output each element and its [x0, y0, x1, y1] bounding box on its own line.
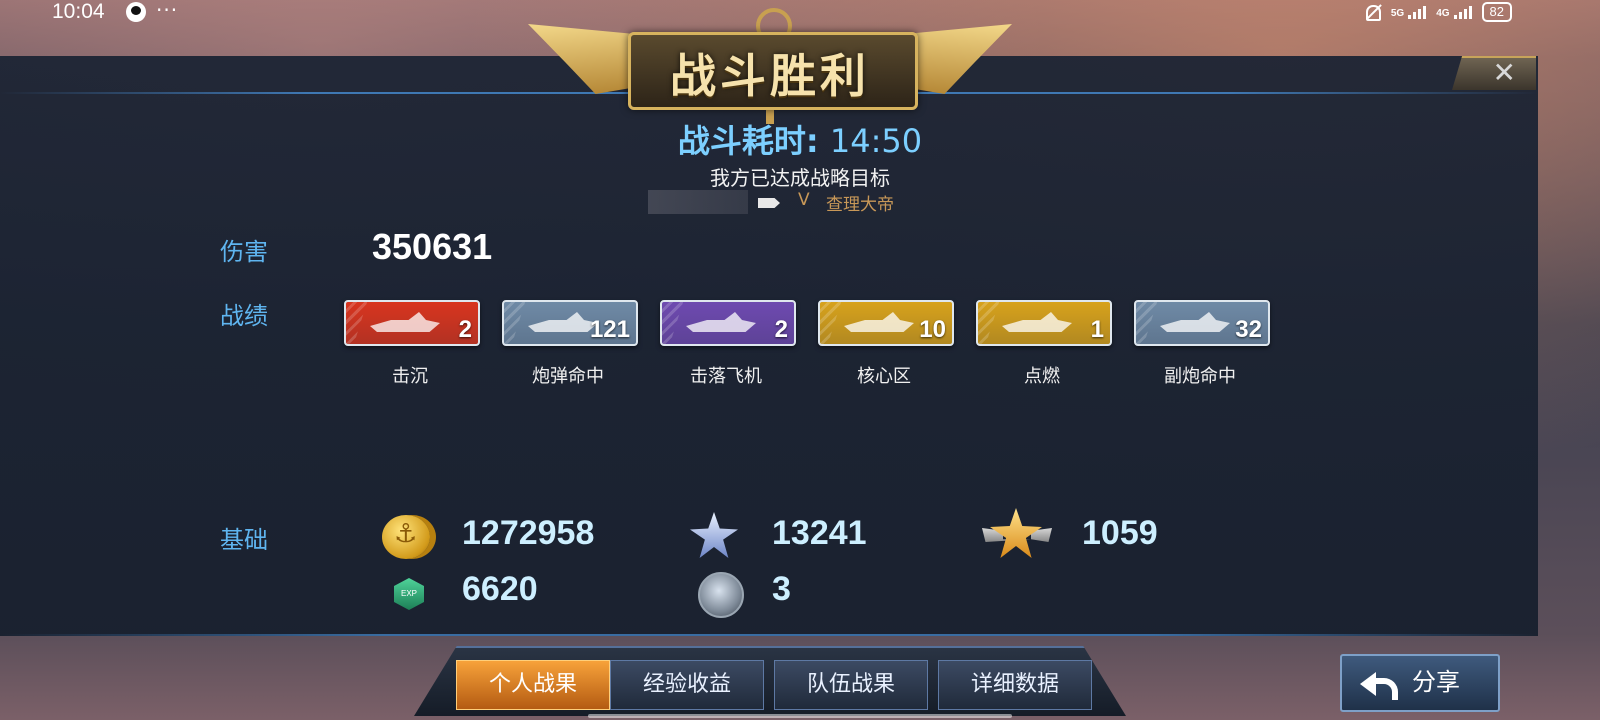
player-name: 查理大帝: [826, 195, 894, 215]
status-right-group: 5G 4G 82: [1363, 2, 1512, 22]
tab-detailed-data[interactable]: 详细数据: [938, 660, 1092, 710]
records-label: 战绩: [220, 302, 268, 330]
signal-icon: 5G: [1390, 5, 1427, 19]
secondary-gun-icon: [1160, 312, 1230, 332]
close-button[interactable]: ✕: [1452, 56, 1536, 90]
tab-exp-gain[interactable]: 经验收益: [610, 660, 764, 710]
duration-label: 战斗耗时:: [677, 122, 819, 160]
badge-count: 2: [458, 316, 472, 343]
battery-icon: 82: [1481, 2, 1512, 22]
badge-label: 击落飞机: [690, 366, 762, 387]
token-value: 3: [772, 570, 791, 608]
sunk-ship-icon: [370, 312, 440, 332]
badge-ignite[interactable]: 1: [976, 300, 1112, 346]
core-zone-icon: [844, 312, 914, 332]
gold-star-value: 1059: [1082, 514, 1158, 552]
ignite-icon: [1002, 312, 1072, 332]
plane-down-icon: [686, 312, 756, 332]
badge-count: 10: [919, 316, 946, 343]
base-label: 基础: [220, 526, 268, 554]
badge-label: 点燃: [1024, 366, 1060, 387]
badge-label: 击沉: [392, 366, 428, 387]
share-label: 分享: [1412, 668, 1460, 696]
badge-count: 2: [774, 316, 788, 343]
badge-secondary-gun[interactable]: 32: [1134, 300, 1270, 346]
network-type-2: 4G: [1436, 7, 1450, 19]
badge-shell-hit[interactable]: 121: [502, 300, 638, 346]
badge-sunk[interactable]: 2: [344, 300, 480, 346]
badge-count: 121: [589, 316, 630, 343]
tag-icon: [758, 198, 780, 208]
badge-count: 32: [1235, 316, 1262, 343]
qq-icon: [126, 2, 146, 22]
close-icon: ✕: [1492, 56, 1516, 89]
status-time: 10:04: [52, 0, 105, 23]
victory-banner: 战斗胜利: [528, 8, 1012, 124]
badge-plane-down[interactable]: 2: [660, 300, 796, 346]
duration-value: 14:50: [829, 122, 923, 160]
player-rank: V: [798, 190, 810, 210]
badge-count: 1: [1090, 316, 1104, 343]
signal-icon-2: 4G: [1436, 5, 1472, 19]
home-indicator[interactable]: [588, 714, 1012, 718]
gold-coin-icon: [382, 515, 430, 559]
badge-core-zone[interactable]: 10: [818, 300, 954, 346]
tab-personal-result[interactable]: 个人战果: [456, 660, 610, 710]
badge-label: 核心区: [857, 366, 911, 387]
gold-value: 1272958: [462, 514, 595, 552]
mute-bell-icon: [1363, 3, 1381, 21]
share-button[interactable]: 分享: [1340, 654, 1500, 712]
battle-duration: 战斗耗时: 14:50: [600, 116, 1000, 162]
share-icon: [1360, 670, 1398, 700]
badge-label: 炮弹命中: [532, 366, 604, 387]
objective-text: 我方已达成战略目标: [710, 166, 890, 190]
token-icon: [698, 572, 744, 618]
exp-value: 6620: [462, 570, 538, 608]
shell-hit-icon: [528, 312, 598, 332]
mvp-player-row: V 查理大帝: [640, 190, 960, 215]
more-notifications-icon: ···: [156, 0, 179, 22]
tab-team-result[interactable]: 队伍战果: [774, 660, 928, 710]
badge-label: 副炮命中: [1164, 366, 1236, 387]
panel-bottom-divider: [0, 634, 1538, 636]
network-type-1: 5G: [1390, 7, 1405, 19]
damage-value: 350631: [372, 226, 493, 267]
banner-title: 战斗胜利: [670, 49, 870, 103]
blurred-player-name: [648, 190, 748, 214]
blue-star-value: 13241: [772, 514, 867, 552]
damage-label: 伤害: [220, 238, 268, 266]
